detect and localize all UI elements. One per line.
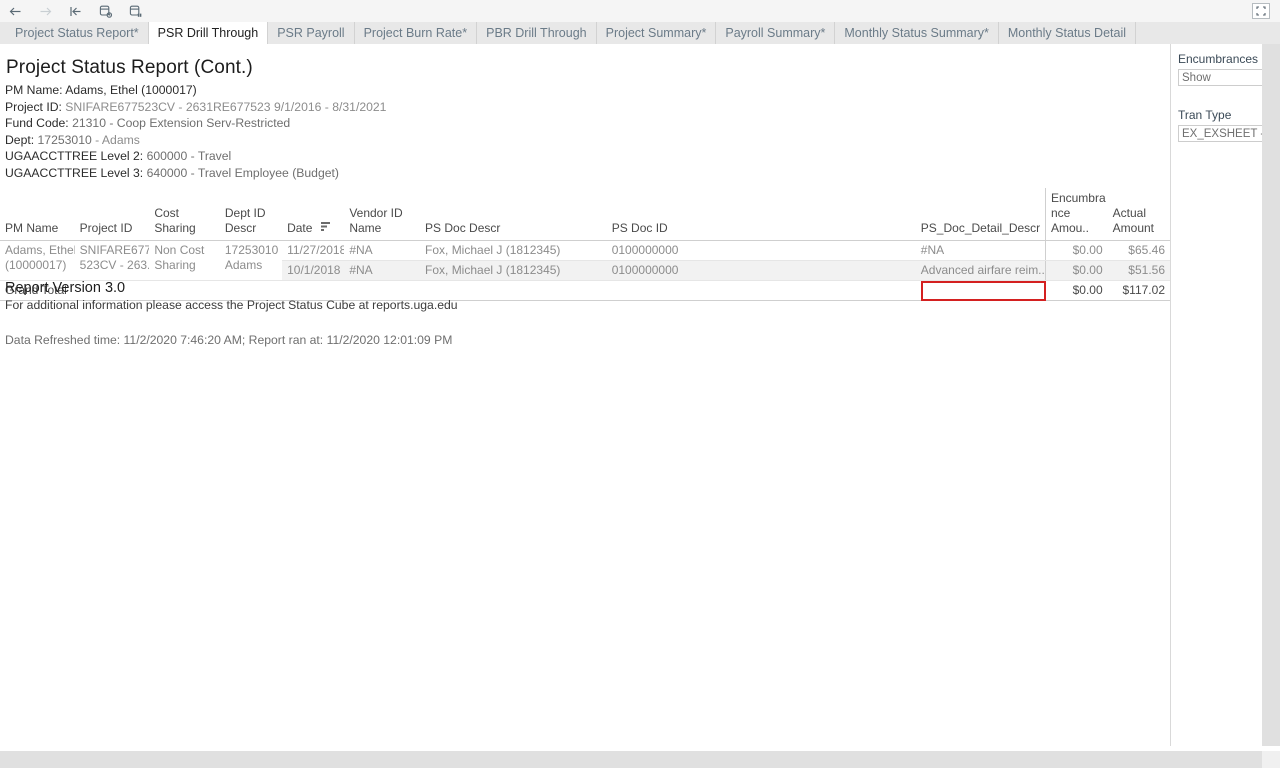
horizontal-scrollbar[interactable] (0, 751, 1280, 768)
right-gutter (1262, 44, 1280, 746)
sort-descending-icon[interactable] (320, 221, 331, 236)
cell-vendor-id-name[interactable]: #NA (344, 260, 421, 281)
col-ps-doc-detail-descr[interactable]: PS_Doc_Detail_Descr (915, 188, 1046, 241)
cell-actual-amount[interactable]: $51.56 (1107, 260, 1170, 281)
report-refresh-line: Data Refreshed time: 11/2/2020 7:46:20 A… (5, 333, 453, 347)
level2-value: 600000 - Travel (146, 149, 232, 163)
back-arrow-icon[interactable] (0, 0, 30, 22)
pm-name-value: Adams, Ethel (1000017) (65, 83, 197, 97)
cell-encumbrance-amount[interactable]: $0.00 (1044, 260, 1108, 281)
cell-date[interactable]: 11/27/2018 (282, 240, 345, 261)
tab-project-status-report[interactable]: Project Status Report* (6, 22, 149, 44)
pm-name-label: PM Name: (5, 83, 63, 97)
tab-pbr-drill-through[interactable]: PBR Drill Through (477, 22, 597, 44)
top-toolbar (0, 0, 1280, 23)
filter-encumbrances-dropdown[interactable]: Show (1178, 69, 1263, 86)
dept-value: 17253010 (37, 132, 92, 147)
col-vendor-id-name[interactable]: Vendor ID Name (344, 188, 421, 241)
col-cost-sharing[interactable]: Cost Sharing (149, 188, 220, 241)
tab-project-summary[interactable]: Project Summary* (597, 22, 717, 44)
cost-sharing-line2: Sharing (154, 258, 196, 272)
grand-total-actual: $117.02 (1107, 280, 1170, 301)
report-info-line: For additional information please access… (5, 298, 458, 312)
dept-id-descr-line2: Adams (224, 258, 263, 272)
filter-encumbrances-label: Encumbrances (1178, 52, 1259, 66)
header-line-fund-code: Fund Code: 21310 - Coop Extension Serv-R… (5, 115, 386, 132)
forward-arrow-icon[interactable] (30, 0, 60, 22)
fund-code-value: 21310 - Coop Extension Serv-Restricted (72, 116, 291, 130)
page-title: Project Status Report (Cont.) (6, 57, 253, 78)
tab-monthly-status-detail[interactable]: Monthly Status Detail (999, 22, 1136, 44)
header-line-level3: UGAACCTTREE Level 3: 640000 - Travel Emp… (5, 165, 386, 182)
col-dept-id-descr[interactable]: Dept ID Descr (219, 188, 283, 241)
table-header-row: PM Name Project ID Cost Sharing Dept ID D… (0, 188, 1170, 241)
dept-descr: - Adams (95, 132, 140, 147)
level2-label: UGAACCTTREE Level 2: (5, 149, 144, 163)
grand-total-encumbrance: $0.00 (1044, 280, 1108, 301)
fund-code-label: Fund Code: (5, 116, 69, 130)
filter-tran-type-label: Tran Type (1178, 108, 1232, 122)
filter-tran-type: Tran Type EX_EXSHEET - Exp (1171, 108, 1263, 142)
tab-monthly-status-summary[interactable]: Monthly Status Summary* (835, 22, 999, 44)
cell-ps-doc-id[interactable]: 0100000000 (606, 260, 916, 281)
cell-encumbrance-amount[interactable]: $0.00 (1044, 240, 1108, 261)
cell-pm-name[interactable]: Adams, Ethel (10000017) (0, 240, 75, 281)
fullscreen-icon (1252, 3, 1270, 19)
pause-updates-icon[interactable] (120, 0, 150, 22)
dept-label: Dept: (5, 132, 35, 147)
pm-name-line1: Adams, Ethel (5, 243, 75, 257)
level3-value: 640000 - Travel Employee (Budget) (146, 165, 339, 180)
col-project-id[interactable]: Project ID (74, 188, 150, 241)
filter-panel-top-spacer (1171, 44, 1263, 52)
cell-vendor-id-name[interactable]: #NA (344, 240, 421, 261)
header-line-pm-name: PM Name: Adams, Ethel (1000017) (5, 82, 386, 99)
project-id-label: Project ID: (5, 99, 62, 114)
header-line-dept: Dept: 17253010 - Adams (5, 132, 386, 149)
tab-psr-payroll[interactable]: PSR Payroll (268, 22, 355, 44)
col-date-label: Date (287, 221, 313, 235)
horizontal-scrollbar-corner (1262, 751, 1280, 768)
tab-psr-drill-through[interactable]: PSR Drill Through (148, 22, 269, 44)
cell-dept-id-descr[interactable]: 17253010 - Adams (220, 241, 282, 281)
project-id-line2: 523CV - 263.. (79, 258, 150, 272)
pm-name-line2: (10000017) (5, 258, 67, 272)
tab-project-burn-rate[interactable]: Project Burn Rate* (355, 22, 478, 44)
cell-ps-doc-detail-descr[interactable]: #NA (915, 240, 1046, 261)
report-footer: Report Version 3.0 For additional inform… (5, 280, 458, 347)
col-actual-amount[interactable]: Actual Amount (1107, 188, 1170, 241)
col-pm-name[interactable]: PM Name (0, 188, 75, 241)
report-canvas: Project Status Report (Cont.) PM Name: A… (0, 44, 1170, 746)
filter-encumbrances: Encumbrances Show (1171, 52, 1263, 86)
filter-tran-type-dropdown[interactable]: EX_EXSHEET - Exp (1178, 125, 1263, 142)
filter-gap (1171, 86, 1263, 108)
refresh-data-icon[interactable] (90, 0, 120, 22)
level3-label: UGAACCTTREE Level 3: (5, 165, 144, 180)
fullscreen-button[interactable] (1246, 0, 1276, 22)
cell-ps-doc-descr[interactable]: Fox, Michael J (1812345) (420, 240, 607, 261)
col-ps-doc-id[interactable]: PS Doc ID (606, 188, 916, 241)
header-line-project-id: Project ID: SNIFARE677523CV - 2631RE6775… (5, 99, 386, 116)
project-id-value: SNIFARE677523CV - 2631RE677523 9/1/2016 … (65, 99, 387, 114)
cell-ps-doc-detail-descr-selected[interactable]: Advanced airfare reim.. (915, 260, 1046, 281)
revert-all-icon[interactable] (60, 0, 90, 22)
cell-date[interactable]: 10/1/2018 (282, 260, 345, 281)
col-date[interactable]: Date (282, 188, 345, 241)
cell-cost-sharing[interactable]: Non Cost Sharing (149, 241, 220, 281)
report-version: Report Version 3.0 (5, 280, 126, 296)
dept-id-descr-line1: 17253010 - (224, 243, 283, 257)
col-ps-doc-descr[interactable]: PS Doc Descr (420, 188, 607, 241)
filter-panel: Encumbrances Show Tran Type EX_EXSHEET -… (1170, 44, 1263, 746)
report-header-block: PM Name: Adams, Ethel (1000017) Project … (5, 82, 386, 181)
cell-project-id[interactable]: SNIFARE677 523CV - 263.. (75, 241, 150, 281)
col-encumbrance-amount[interactable]: Encumbra nce Amou.. (1044, 188, 1108, 241)
header-line-level2: UGAACCTTREE Level 2: 600000 - Travel (5, 148, 386, 165)
cell-actual-amount[interactable]: $65.46 (1107, 240, 1170, 261)
tab-payroll-summary[interactable]: Payroll Summary* (716, 22, 836, 44)
cost-sharing-line1: Non Cost (154, 243, 205, 257)
project-id-line1: SNIFARE677 (79, 243, 150, 257)
cell-ps-doc-id[interactable]: 0100000000 (606, 240, 916, 261)
table-row[interactable]: Adams, Ethel (10000017) SNIFARE677 523CV… (0, 240, 1170, 281)
cell-ps-doc-descr[interactable]: Fox, Michael J (1812345) (420, 260, 607, 281)
worksheet-tab-bar: Project Status Report* PSR Drill Through… (0, 22, 1280, 44)
